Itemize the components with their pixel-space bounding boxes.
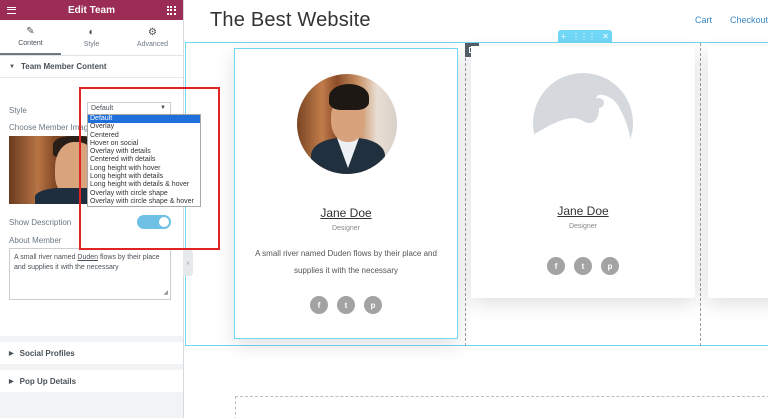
widgets-grid-icon[interactable]: [166, 5, 176, 15]
member-description: A small river named Duden flows by their…: [255, 249, 437, 275]
about-text-part: A small river named: [14, 254, 78, 261]
section-pop-up-details[interactable]: ▶ Pop Up Details: [0, 364, 183, 392]
close-icon[interactable]: ✕: [602, 32, 609, 41]
pencil-icon: ✎: [26, 25, 35, 37]
page-canvas: The Best Website Cart Checkout + ⋮⋮⋮ ✕ J…: [184, 0, 768, 418]
dropdown-option[interactable]: Centered: [88, 132, 200, 140]
section-social-profiles[interactable]: ▶ Social Profiles: [0, 336, 183, 364]
chevron-down-icon: ▼: [160, 105, 166, 111]
dropdown-option[interactable]: Default: [88, 115, 200, 124]
twitter-icon[interactable]: t: [337, 296, 355, 314]
style-select-value: Default: [91, 105, 114, 112]
dropdown-option[interactable]: Centered with details: [88, 156, 200, 164]
empty-section-dropzone[interactable]: [235, 396, 768, 418]
style-dropdown-list[interactable]: Default Overlay Centered Hover on social…: [87, 114, 201, 208]
caret-down-icon: ▼: [9, 63, 15, 70]
team-member-card[interactable]: Jane Doe Designer f t p: [471, 46, 695, 298]
facebook-icon[interactable]: f: [310, 296, 328, 314]
dropdown-option[interactable]: Overlay with circle shape: [88, 190, 200, 198]
caret-right-icon: ▶: [9, 350, 14, 357]
dropdown-option[interactable]: Overlay: [88, 123, 200, 131]
panel-collapse-handle[interactable]: ‹: [183, 250, 193, 276]
hamburger-menu-icon[interactable]: [7, 6, 16, 14]
tab-style-label: Style: [83, 40, 100, 48]
add-section-icon[interactable]: +: [561, 32, 566, 41]
member-role: Designer: [568, 223, 597, 230]
dropdown-option[interactable]: Long height with details: [88, 173, 200, 181]
member-role: Designer: [331, 225, 360, 232]
placeholder-image-shape: [533, 94, 633, 173]
tab-content-label: Content: [18, 39, 43, 47]
about-member-textarea[interactable]: A small river named Duden flows by their…: [9, 248, 171, 300]
member-name[interactable]: Jane Doe: [471, 204, 695, 218]
dropdown-option[interactable]: Long height with hover: [88, 165, 200, 173]
panel-tabs: ✎ Content ◐ Style ⚙ Advanced: [0, 20, 183, 56]
dropdown-option[interactable]: Long height with details & hover: [88, 181, 200, 189]
dropdown-option[interactable]: Overlay with details: [88, 148, 200, 156]
section-team-member-content[interactable]: ▼ Team Member Content: [0, 56, 183, 78]
about-text-link: Duden: [77, 254, 99, 261]
about-member-label: About Member: [9, 236, 62, 245]
show-description-toggle[interactable]: [137, 215, 171, 229]
drag-handle-icon[interactable]: ⋮⋮⋮: [572, 32, 596, 41]
social-icons: f t p: [235, 296, 457, 314]
caret-right-icon: ▶: [9, 378, 14, 385]
section-title: Pop Up Details: [19, 376, 77, 386]
style-label: Style: [9, 106, 27, 115]
section-title: Social Profiles: [19, 348, 75, 358]
resize-handle-icon[interactable]: ◢: [163, 288, 168, 298]
column-divider: [700, 43, 701, 346]
dropdown-option[interactable]: Overlay with circle shape & hover: [88, 198, 200, 206]
show-description-label: Show Description: [9, 218, 72, 227]
social-icons: f t p: [471, 257, 695, 275]
twitter-icon[interactable]: t: [574, 257, 592, 275]
gear-icon: ⚙: [148, 26, 157, 38]
half-circle-icon: ◐: [88, 26, 95, 38]
facebook-icon[interactable]: f: [547, 257, 565, 275]
nav-link-checkout[interactable]: Checkout: [730, 15, 768, 25]
nav-link-cart[interactable]: Cart: [695, 15, 712, 25]
tab-content[interactable]: ✎ Content: [0, 20, 61, 55]
dropdown-option[interactable]: Hover on social: [88, 140, 200, 148]
editor-panel: Edit Team ✎ Content ◐ Style ⚙ Advanced ▼…: [0, 0, 184, 418]
tab-style[interactable]: ◐ Style: [61, 20, 122, 55]
team-member-card[interactable]: Jane Doe Designer A small river named Du…: [234, 48, 458, 339]
site-title: The Best Website: [210, 9, 371, 31]
panel-title: Edit Team: [67, 4, 116, 16]
member-photo: [297, 74, 397, 174]
placeholder-image-icon: [533, 73, 633, 173]
team-member-card-partial[interactable]: [708, 46, 768, 298]
tab-advanced[interactable]: ⚙ Advanced: [122, 20, 183, 55]
panel-topbar: Edit Team: [0, 0, 183, 20]
column-divider: [465, 43, 466, 346]
member-name[interactable]: Jane Doe: [235, 206, 457, 220]
pinterest-icon[interactable]: p: [601, 257, 619, 275]
chevron-left-icon: ‹: [186, 259, 190, 267]
pinterest-icon[interactable]: p: [364, 296, 382, 314]
tab-advanced-label: Advanced: [136, 40, 169, 48]
section-title: Team Member Content: [20, 62, 107, 71]
choose-image-label: Choose Member Image: [9, 123, 93, 132]
